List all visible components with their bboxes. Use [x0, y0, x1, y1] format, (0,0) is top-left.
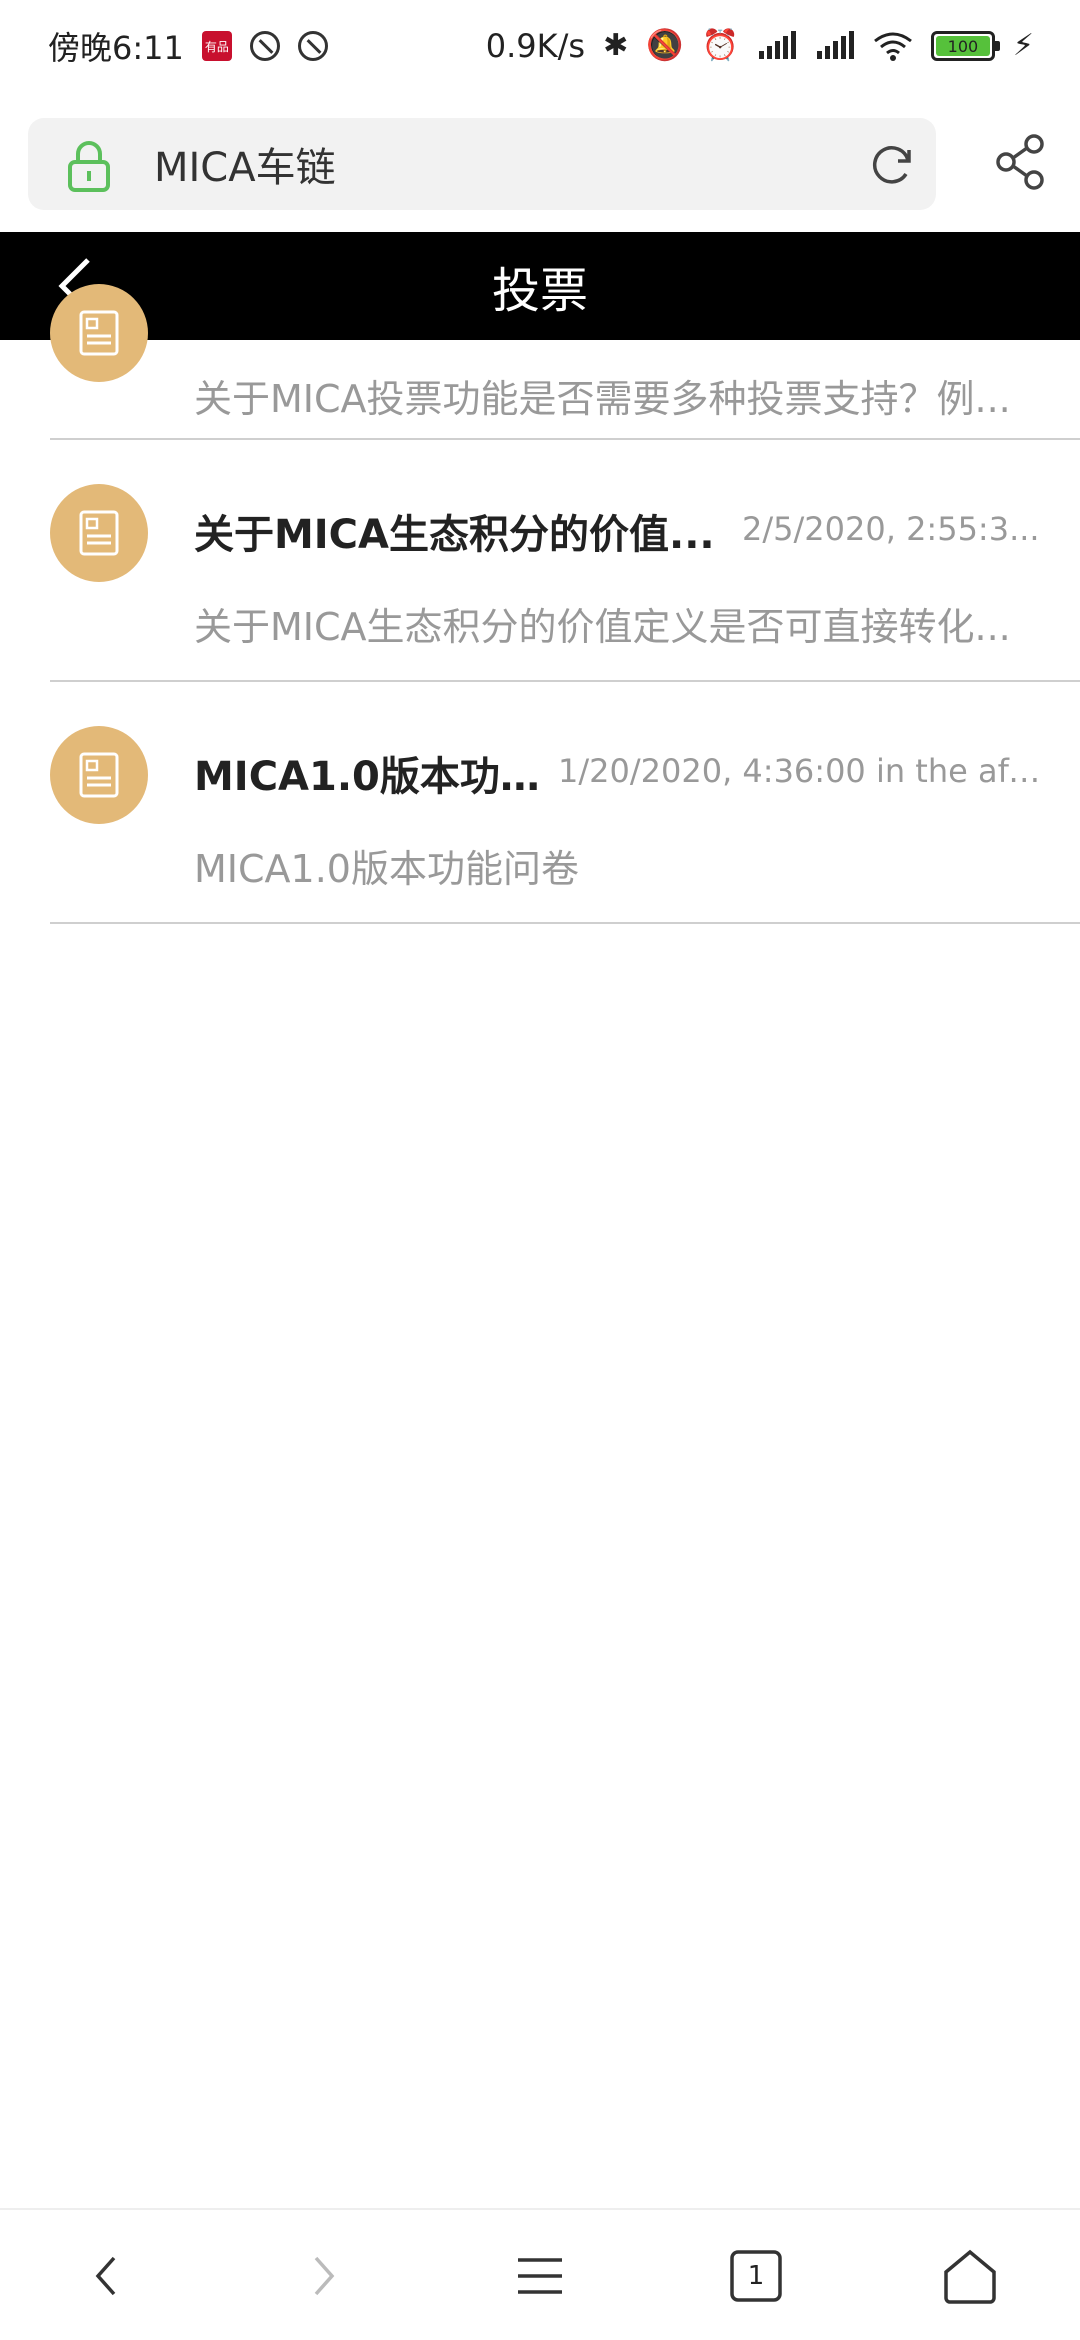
share-icon[interactable] [994, 132, 1050, 192]
vote-item[interactable]: 关于MICA投票功能是否需要多种投票支持？例... [0, 284, 1080, 440]
youpin-app-icon: 有品 [201, 31, 232, 61]
notification-icon [249, 31, 280, 61]
tab-count: 1 [747, 2261, 765, 2291]
vote-description: 关于MICA生态积分的价值定义是否可直接转化... [194, 605, 1011, 649]
vote-item[interactable]: 关于MICA生态积分的价值... 2/5/2020, 2:55:3... 关于M… [0, 440, 1080, 682]
mute-bell-icon: 🔕 [646, 28, 684, 63]
page-title: MICA车链 [154, 145, 336, 191]
browser-toolbar: MICA车链 [0, 92, 1080, 232]
charging-icon: ⚡ [1012, 28, 1034, 63]
vote-description: MICA1.0版本功能问卷 [194, 847, 579, 891]
status-bar: 傍晚6:11 有品 0.9K/s ✱ 🔕 ⏰ 100 ⚡ [0, 0, 1080, 92]
vote-title: 关于MICA生态积分的价值... [194, 512, 715, 558]
document-icon [50, 284, 148, 382]
home-icon[interactable] [940, 2246, 1000, 2306]
wifi-icon [874, 32, 912, 61]
vote-time: 2/5/2020, 2:55:3... [742, 510, 1040, 548]
alarm-icon: ⏰ [701, 28, 739, 63]
document-icon [50, 484, 148, 582]
nav-back-icon[interactable] [78, 2246, 138, 2306]
menu-icon[interactable] [510, 2246, 570, 2306]
divider [50, 922, 1080, 924]
signal-icon-2 [816, 31, 854, 59]
network-speed: 0.9K/s [485, 27, 586, 65]
page-header: 投票 [0, 232, 1080, 340]
header-title: 投票 [491, 263, 588, 319]
lock-icon [68, 141, 110, 192]
address-bar[interactable]: MICA车链 [28, 118, 936, 210]
tabs-button[interactable]: 1 [726, 2246, 786, 2306]
reload-icon[interactable] [868, 140, 916, 188]
vote-time: 1/20/2020, 4:36:00 in the aft... [558, 752, 1042, 790]
vote-description: 关于MICA投票功能是否需要多种投票支持？例... [194, 377, 1011, 421]
status-time: 傍晚6:11 [48, 29, 184, 67]
vote-item[interactable]: MICA1.0版本功能.. 1/20/2020, 4:36:00 in the … [0, 682, 1080, 924]
vote-list: 关于MICA投票功能是否需要多种投票支持？例... 关于MICA生态积分的价值.… [0, 284, 1080, 924]
vote-title: MICA1.0版本功能.. [194, 754, 554, 800]
document-icon [50, 726, 148, 824]
nav-forward-icon[interactable] [292, 2246, 352, 2306]
notification-icon-2 [297, 31, 328, 61]
browser-bottom-bar: 1 [0, 2208, 1080, 2340]
battery-level: 100 [935, 36, 990, 56]
battery-icon: 100 [930, 31, 1000, 61]
signal-icon [758, 31, 796, 59]
bluetooth-icon: ✱ [603, 28, 629, 63]
